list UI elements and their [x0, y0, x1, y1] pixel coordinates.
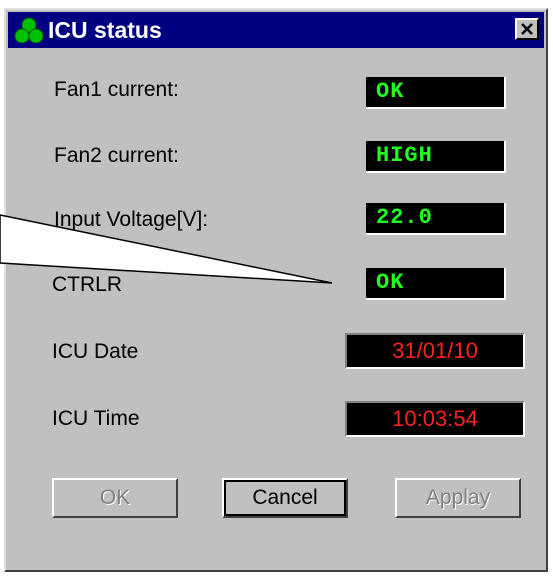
callout-pointer	[0, 214, 333, 284]
